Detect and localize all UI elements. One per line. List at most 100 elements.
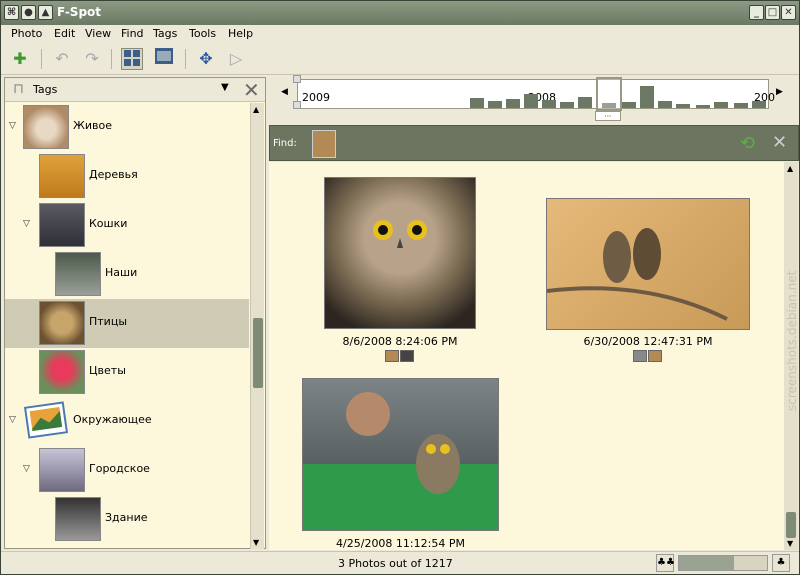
tag-row[interactable]: Цветы (5, 348, 249, 397)
year-label: 2009 (302, 91, 330, 104)
timeline-bar (714, 102, 728, 108)
tag-label: Деревья (89, 168, 138, 181)
tag-row[interactable]: Деревья (5, 152, 249, 201)
import-icon[interactable]: ✚ (9, 48, 31, 70)
owl-tag-icon (385, 350, 399, 362)
menu-help[interactable]: Help (228, 27, 253, 40)
tag-thumbnail (39, 350, 85, 394)
expander-icon[interactable]: ▽ (9, 121, 16, 131)
status-text: 3 Photos out of 1217 (338, 557, 453, 570)
timeline-strip[interactable]: 2009 2008 200 (297, 77, 775, 111)
tag-thumbnail (39, 154, 85, 198)
tag-label: Здание (105, 511, 148, 524)
shade-icon[interactable]: ● (21, 5, 36, 20)
tag-row[interactable]: Птицы (5, 299, 249, 348)
menu-photo[interactable]: Photo (11, 27, 42, 40)
find-tag-owl[interactable] (312, 130, 336, 158)
tag-icon: ⊓ (13, 81, 24, 97)
timeline-bar (696, 105, 710, 108)
maximize-icon[interactable]: □ (765, 5, 780, 20)
close-sidebar-icon[interactable]: ✕ (243, 78, 260, 102)
menu-view[interactable]: View (85, 27, 111, 40)
tag-row[interactable]: Наши (5, 250, 249, 299)
title-bar: ⌘ ● ▲ F-Spot _ □ ✕ (1, 1, 799, 25)
timeline-left-icon[interactable]: ◀ (281, 87, 288, 97)
photo-caption: 8/6/2008 8:24:06 PM (342, 335, 458, 348)
find-bar: Find: ⟲ ✕ (269, 125, 799, 161)
fullscreen-icon[interactable]: ✥ (195, 48, 217, 70)
zoom-in-icon[interactable]: ♣ (772, 554, 790, 572)
photo-tags (633, 350, 663, 362)
timeline-right-icon[interactable]: ▶ (776, 87, 783, 97)
zoom-fill (679, 556, 734, 570)
tag-row[interactable]: Здание (5, 495, 249, 544)
refresh-icon[interactable]: ⟲ (740, 133, 755, 154)
photo-thumbnail[interactable] (302, 378, 499, 531)
tag-thumbnail (55, 497, 101, 541)
scrollbar-thumb[interactable] (253, 318, 263, 388)
timeline-bar (676, 104, 690, 108)
menu-edit[interactable]: Edit (54, 27, 75, 40)
tag-row[interactable]: ▽ Кошки (5, 201, 249, 250)
toolbar-separator (111, 49, 112, 69)
timeline-bar (640, 86, 654, 108)
tag-sidebar: ⊓ Tags ▼ ✕ ▽ Живое Деревья ▽ Кошки Наши (4, 77, 266, 549)
photo-grid: 8/6/2008 8:24:06 PM 6/30/2008 12:47:31 P… (269, 162, 784, 550)
window-menu-icon[interactable]: ⌘ (4, 5, 19, 20)
browse-mode-icon[interactable] (121, 48, 143, 70)
tag-thumbnail (55, 252, 101, 296)
close-icon[interactable]: ✕ (781, 5, 796, 20)
tag-label: Цветы (89, 364, 126, 377)
photo-caption: 6/30/2008 12:47:31 PM (583, 335, 713, 348)
timeline[interactable]: ◀ 2009 2008 200 ⋯ ▶ (269, 75, 799, 123)
main-window: ⌘ ● ▲ F-Spot _ □ ✕ Photo Edit View Find … (0, 0, 800, 575)
scroll-down-icon[interactable]: ▼ (253, 538, 259, 547)
sidebar-selector[interactable]: Tags (33, 83, 57, 96)
tag-thumbnail (23, 105, 69, 149)
scrollbar-thumb[interactable] (786, 512, 796, 538)
tag-row[interactable]: ▽ Городское (5, 446, 249, 495)
scroll-down-icon[interactable]: ▼ (787, 539, 793, 548)
timeline-selection[interactable] (596, 77, 622, 111)
menu-tags[interactable]: Tags (153, 27, 177, 40)
photo-caption: 4/25/2008 11:12:54 PM (336, 537, 465, 550)
minimize-icon[interactable]: _ (749, 5, 764, 20)
rotate-left-icon[interactable]: ↶ (51, 48, 73, 70)
pin-icon[interactable]: ▲ (38, 5, 53, 20)
menu-find[interactable]: Find (121, 27, 144, 40)
timeline-bar (542, 100, 556, 108)
rotate-right-icon[interactable]: ↷ (81, 48, 103, 70)
tag-label: Городское (89, 462, 150, 475)
scroll-up-icon[interactable]: ▲ (253, 105, 259, 114)
expander-icon[interactable]: ▽ (23, 219, 30, 229)
toolbar: ✚ ↶ ↷ ✥ ▷ (1, 43, 799, 75)
timeline-bar (470, 98, 484, 108)
zoom-slider[interactable] (678, 555, 768, 571)
timeline-grip-icon[interactable]: ⋯ (595, 111, 621, 121)
edit-mode-icon[interactable] (153, 48, 175, 70)
menu-tools[interactable]: Tools (189, 27, 216, 40)
photo-thumbnail[interactable] (546, 198, 750, 330)
expander-icon[interactable]: ▽ (9, 415, 16, 425)
tag-icon (633, 350, 647, 362)
tag-row[interactable]: ▽ Живое (5, 103, 249, 152)
toolbar-separator (185, 49, 186, 69)
find-label: Find: (273, 138, 297, 149)
tag-row[interactable]: ▽ Окружающее (5, 397, 249, 446)
tag-thumbnail (39, 448, 85, 492)
status-bar: 3 Photos out of 1217 ♣♣ ♣ (1, 551, 799, 574)
slideshow-icon[interactable]: ▷ (225, 48, 247, 70)
timeline-bar (506, 99, 520, 108)
close-find-icon[interactable]: ✕ (772, 132, 787, 153)
range-handle[interactable] (293, 75, 301, 83)
watermark: screenshots.debian.net (785, 270, 799, 411)
tag-thumbnail (39, 203, 85, 247)
zoom-out-icon[interactable]: ♣♣ (656, 554, 675, 572)
expander-icon[interactable]: ▽ (23, 464, 30, 474)
tag-tree-scrollbar[interactable]: ▲ ▼ (250, 103, 264, 549)
chevron-down-icon[interactable]: ▼ (221, 82, 229, 93)
range-handle[interactable] (293, 101, 301, 109)
tag-label: Окружающее (73, 413, 152, 426)
tag-thumbnail (39, 301, 85, 345)
photo-thumbnail[interactable] (324, 177, 476, 329)
